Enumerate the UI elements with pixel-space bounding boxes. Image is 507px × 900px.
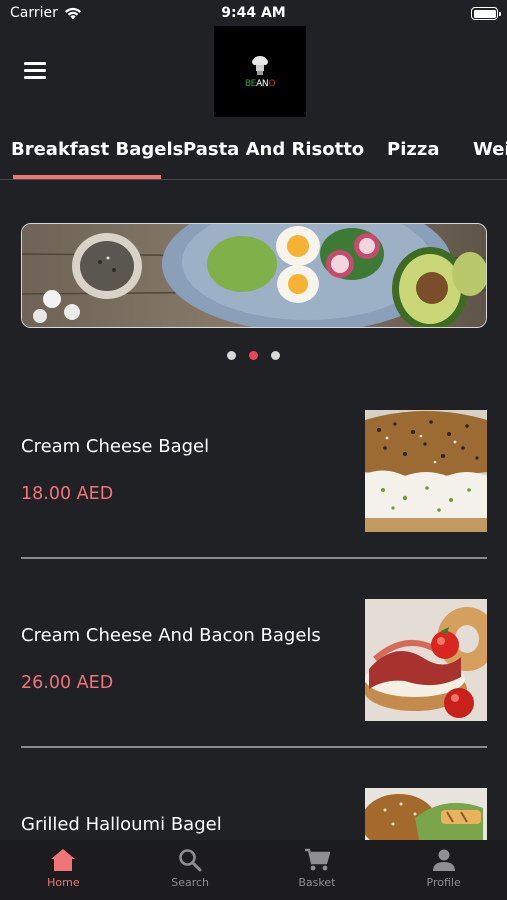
hamburger-menu-icon[interactable] [24,62,46,80]
home-icon [51,849,76,871]
carousel-dot[interactable] [271,351,280,360]
logo-wordmark: BEANO [244,78,276,89]
nav-profile[interactable]: Profile [380,840,507,900]
restaurant-logo: BEANO [214,26,306,117]
tab-pasta-and-risotto[interactable]: Pasta And Risotto [183,139,364,160]
menu-item-image [365,599,487,721]
item-divider [21,557,487,559]
carousel-dot-active[interactable] [249,351,258,360]
status-time: 9:44 AM [221,5,286,21]
cart-icon [304,848,330,871]
nav-profile-label: Profile [426,876,461,889]
nav-basket[interactable]: Basket [254,840,381,900]
item-divider [21,746,487,748]
nav-search[interactable]: Search [127,840,254,900]
menu-item-price: 26.00 AED [21,673,114,693]
bottom-nav: Home Search Basket Profile [0,840,507,900]
nav-home[interactable]: Home [0,840,127,900]
nav-basket-label: Basket [298,876,336,889]
tab-pizza[interactable]: Pizza [387,139,439,160]
menu-item-price: 18.00 AED [21,484,114,504]
nav-home-label: Home [47,876,80,889]
bagel-halloumi-image [365,788,487,840]
menu-item-name: Grilled Halloumi Bagel [21,814,222,835]
menu-item-image [365,410,487,532]
menu-item-name: Cream Cheese And Bacon Bagels [21,625,321,646]
menu-item-name: Cream Cheese Bagel [21,436,210,457]
promo-banner[interactable] [21,223,487,328]
carousel-dots [0,351,507,360]
category-tabs: Breakfast Bagels Pasta And Risotto Pizza… [0,126,507,180]
banner-food-image [22,224,486,327]
carousel-dot[interactable] [227,351,236,360]
person-icon [432,849,455,871]
bagel-bacon-image [365,599,487,721]
tab-breakfast-bagels[interactable]: Breakfast Bagels [11,139,183,160]
status-bar: Carrier 9:44 AM [0,0,507,28]
active-tab-indicator [13,175,161,179]
chef-hat-icon [252,55,268,75]
bagel-cream-cheese-image [365,410,487,532]
battery-icon [471,7,501,20]
nav-search-label: Search [171,876,210,889]
menu-item-image [365,788,487,840]
search-icon [179,849,202,872]
tab-wei[interactable]: Wei [473,139,507,160]
